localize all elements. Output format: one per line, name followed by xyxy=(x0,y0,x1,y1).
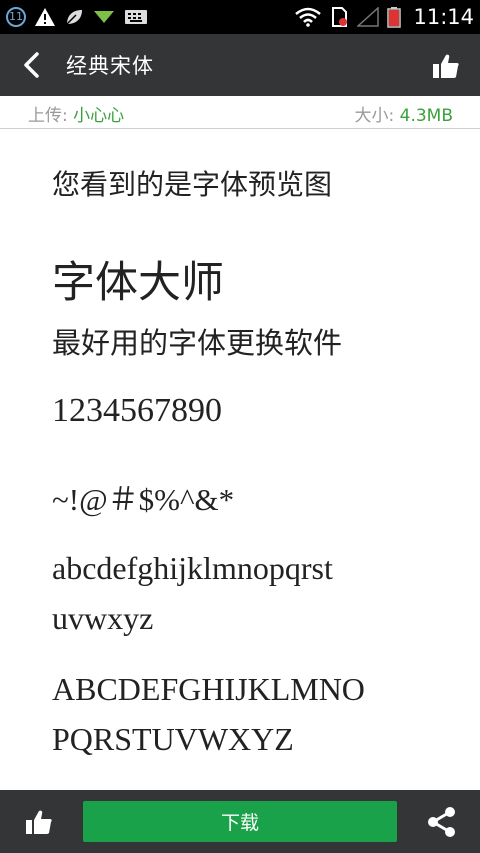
size-info: 大小: 4.3MB xyxy=(354,101,453,126)
thumbs-up-icon[interactable] xyxy=(25,808,53,836)
uploader-name[interactable]: 小心心 xyxy=(73,106,124,126)
share-icon[interactable] xyxy=(426,806,458,838)
uploader-info: 上传: 小心心 xyxy=(28,101,124,126)
uploader-label: 上传: xyxy=(28,106,68,126)
download-button[interactable]: 下载 xyxy=(83,801,397,842)
wifi-icon xyxy=(295,7,322,27)
bottom-action-bar: 下载 xyxy=(0,790,480,853)
chevron-left-icon[interactable] xyxy=(18,51,46,79)
clock: 11:14 xyxy=(413,5,474,29)
thumbs-up-icon[interactable] xyxy=(432,52,460,80)
battery-icon xyxy=(387,7,402,28)
preview-line: 最好用的字体更换软件 xyxy=(52,326,343,360)
status-bar: 11 11:14 xyxy=(0,0,480,34)
preview-uppercase: ABCDEFGHIJKLMNO xyxy=(52,671,365,707)
leaf-icon xyxy=(66,10,82,25)
preview-digits: 1234567890 xyxy=(52,392,222,429)
warning-icon xyxy=(35,8,55,26)
download-button-label: 下载 xyxy=(220,812,259,834)
preview-line: 您看到的是字体预览图 xyxy=(52,168,333,201)
size-label: 大小: xyxy=(354,106,395,126)
sim-card-icon xyxy=(332,7,348,27)
font-preview: 您看到的是字体预览图 字体大师 最好用的字体更换软件 1234567890 ~!… xyxy=(0,130,480,790)
preview-lowercase: uvwxyz xyxy=(52,600,154,636)
preview-title: 字体大师 xyxy=(52,258,224,308)
status-right-icons: 11:14 xyxy=(295,4,474,30)
keyboard-icon xyxy=(125,10,147,24)
signal-icon xyxy=(357,7,380,27)
preview-lowercase: abcdefghijklmnopqrst xyxy=(52,550,333,586)
notification-count: 11 xyxy=(9,10,23,23)
preview-uppercase: PQRSTUVWXYZ xyxy=(52,721,294,757)
size-value: 4.3MB xyxy=(399,106,453,126)
status-left-icons: 11 xyxy=(6,4,148,30)
page-title: 经典宋体 xyxy=(66,54,154,78)
notification-count-badge: 11 xyxy=(6,7,26,27)
font-info-bar: 上传: 小心心 大小: 4.3MB xyxy=(0,96,480,129)
app-bar: 经典宋体 xyxy=(0,34,480,96)
download-arrow-icon xyxy=(94,11,114,23)
preview-symbols: ~!@＃$%^&* xyxy=(52,482,235,517)
